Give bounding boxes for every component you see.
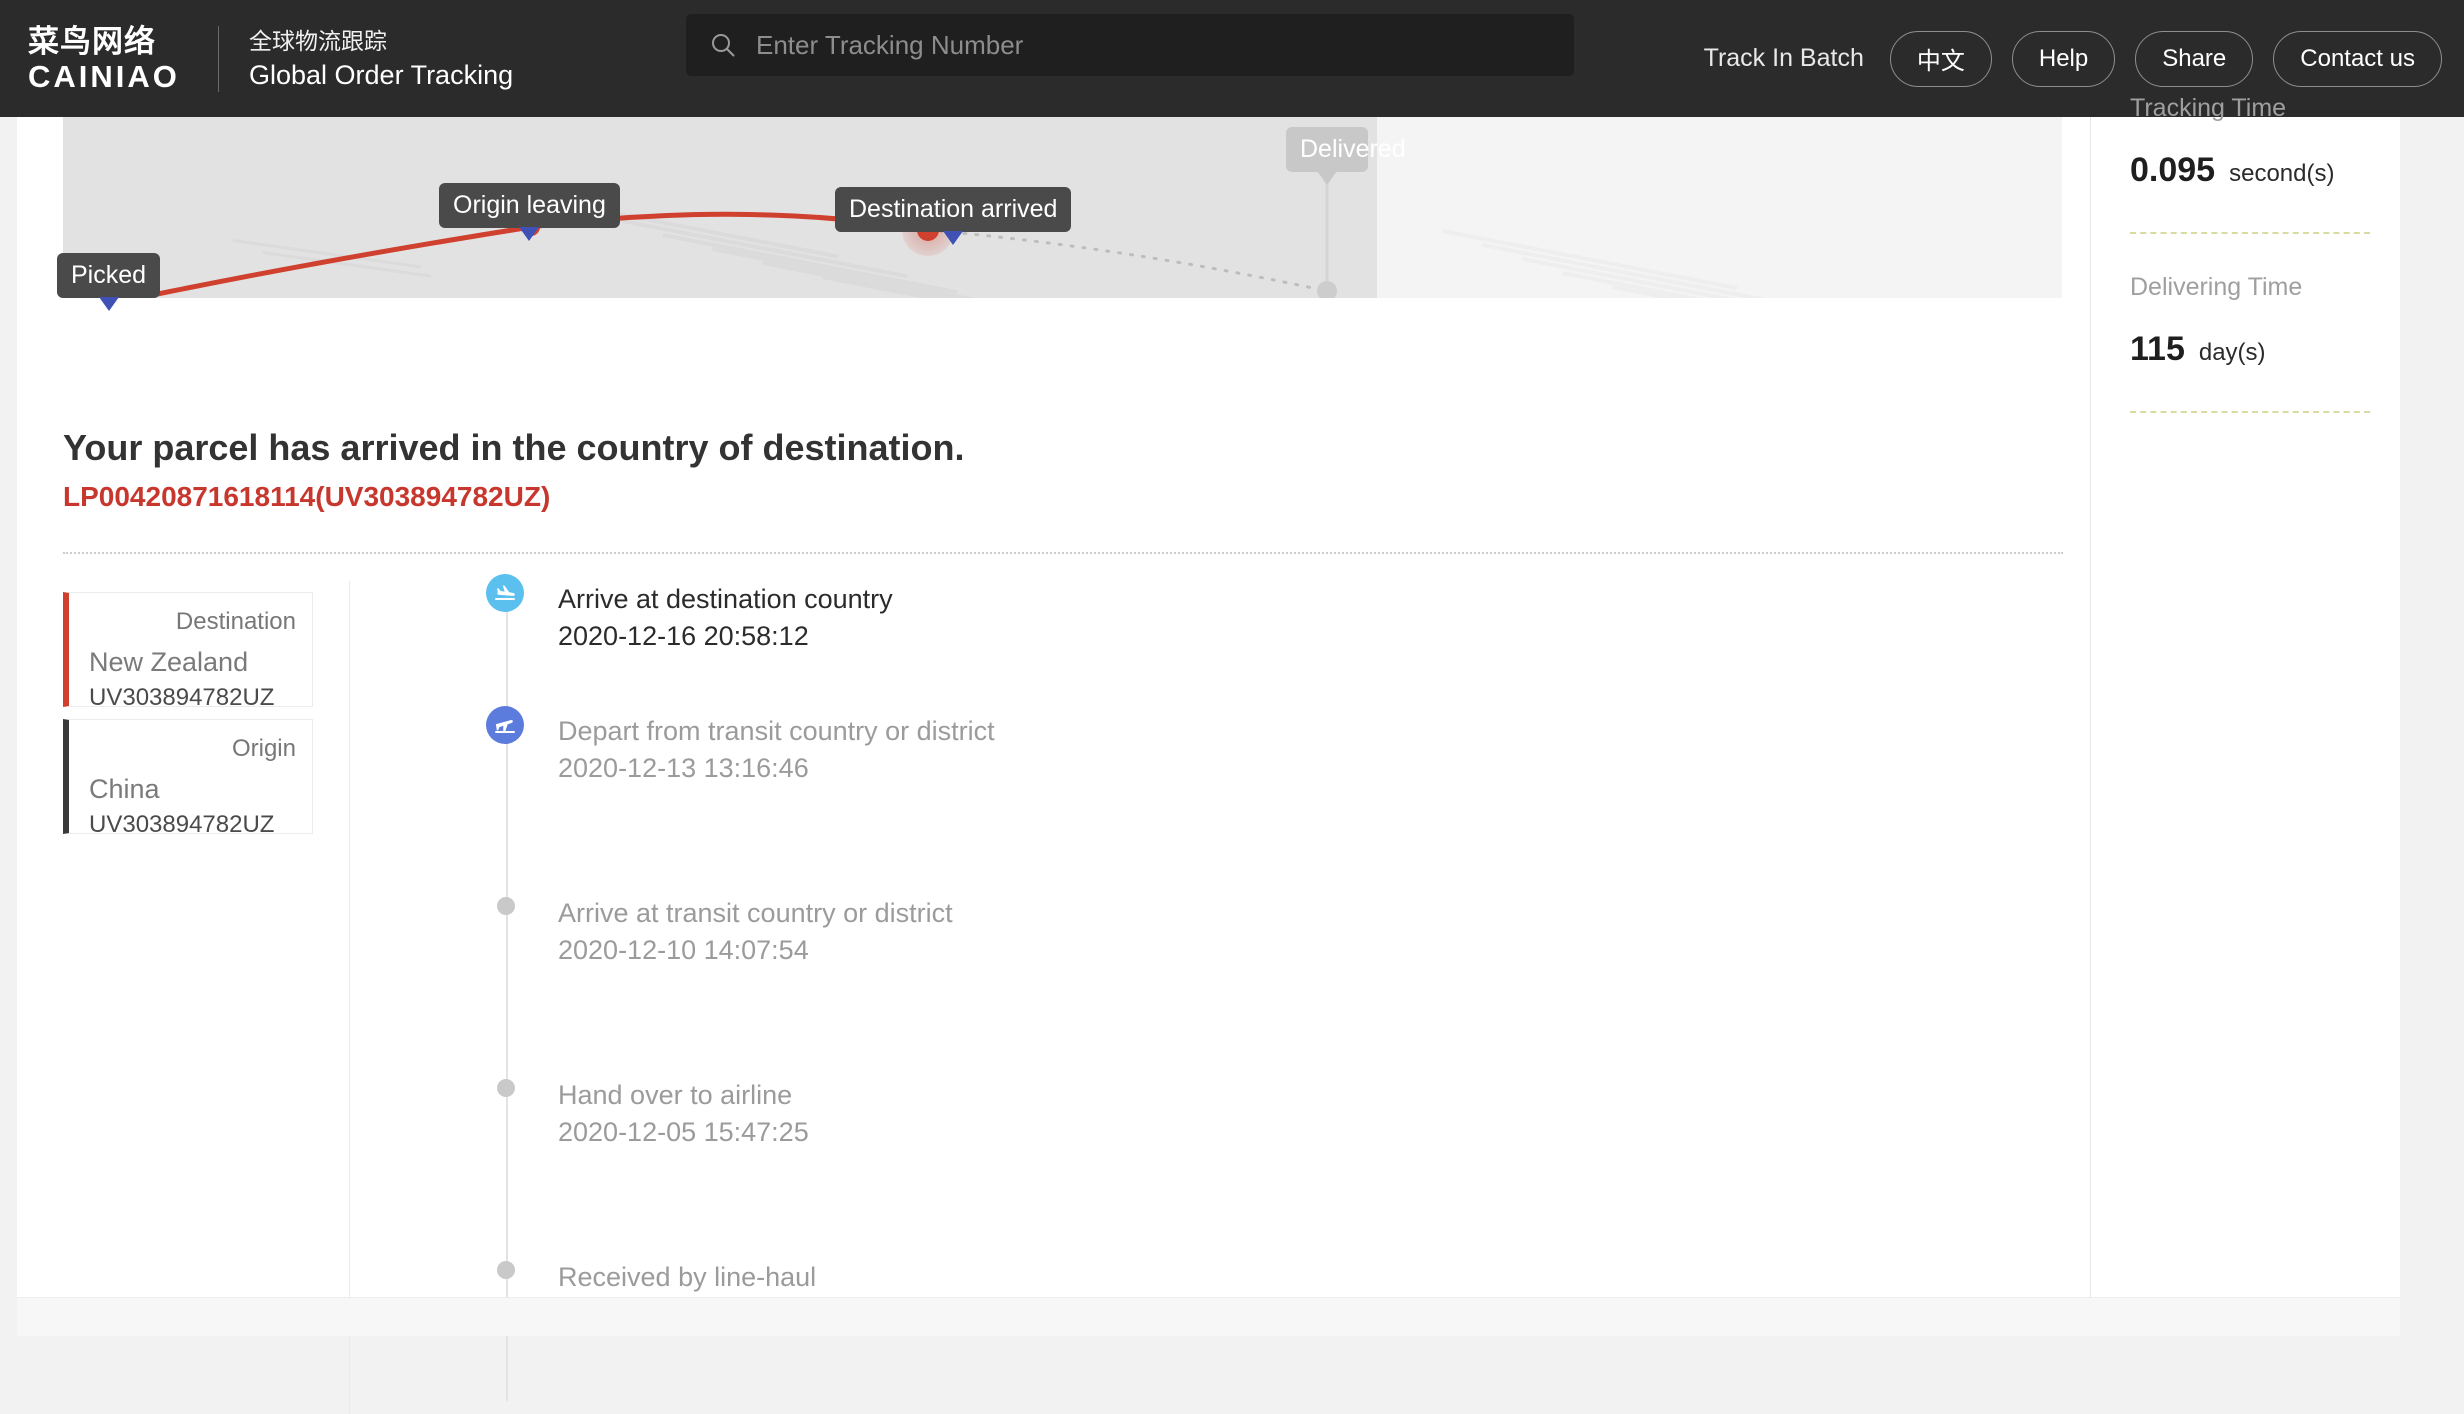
tooltip-arrow-icon: [519, 227, 539, 241]
origin-code: UV303894782UZ: [89, 810, 296, 840]
route-map: Picked Origin leaving Destination arrive…: [63, 117, 2062, 298]
contact-us-button[interactable]: Contact us: [2273, 31, 2442, 87]
stop-marker-delivered: [1317, 281, 1337, 298]
search-box[interactable]: [686, 14, 1574, 76]
delivering-time-value-row: 115 day(s): [2130, 330, 2400, 369]
help-button[interactable]: Help: [2012, 31, 2115, 87]
timeline-item-title: Depart from transit country or district: [558, 713, 1722, 749]
cainiao-logo: 菜鸟网络 CAINIAO: [28, 24, 200, 94]
site-header: 菜鸟网络 CAINIAO 全球物流跟踪 Global Order Trackin…: [0, 0, 2464, 117]
tracking-time-group: Tracking Time 0.095 second(s): [2130, 91, 2400, 234]
timeline-item-time: 2020-12-10 14:07:54: [558, 931, 1722, 969]
timeline-item-time: 2020-12-13 13:16:46: [558, 749, 1722, 787]
origin-country: China: [89, 768, 296, 810]
origin-label: Origin: [89, 734, 296, 764]
dot-icon: [497, 1079, 515, 1097]
timeline-item[interactable]: Arrive at transit country or district 20…: [522, 895, 1722, 1077]
destination-card: Destination New Zealand UV303894782UZ: [63, 592, 313, 707]
origin-card: Origin China UV303894782UZ: [63, 719, 313, 834]
dot-icon: [497, 897, 515, 915]
brand-divider: [218, 26, 219, 92]
sidebar-dashed-divider: [2130, 411, 2370, 413]
timeline-item[interactable]: Depart from transit country or district …: [522, 713, 1722, 895]
tracking-time-value: 0.095: [2130, 151, 2215, 190]
destination-label: Destination: [89, 607, 296, 637]
map-label-delivered: Delivered: [1286, 127, 1368, 172]
tooltip-arrow-icon: [943, 231, 963, 245]
logo-chinese-text: 菜鸟网络: [28, 24, 200, 60]
page-content-card: Picked Origin leaving Destination arrive…: [17, 117, 2400, 1297]
sidebar-divider: [2090, 117, 2091, 1297]
sidebar-dashed-divider: [2130, 232, 2370, 234]
track-in-batch-link[interactable]: Track In Batch: [1704, 44, 1864, 73]
brand-logo[interactable]: 菜鸟网络 CAINIAO 全球物流跟踪 Global Order Trackin…: [28, 24, 513, 94]
site-title-chinese: 全球物流跟踪: [249, 25, 513, 57]
site-title: 全球物流跟踪 Global Order Tracking: [249, 25, 513, 93]
timeline-item-title: Arrive at transit country or district: [558, 895, 1722, 931]
logo-english-text: CAINIAO: [28, 60, 200, 94]
status-headline: Your parcel has arrived in the country o…: [63, 427, 965, 469]
timeline-item-time: 2020-12-05 15:47:25: [558, 1113, 1722, 1151]
timeline-item[interactable]: Arrive at destination country 2020-12-16…: [522, 581, 1722, 713]
delivering-time-value: 115: [2130, 330, 2185, 369]
map-label-origin-leaving: Origin leaving: [439, 183, 620, 228]
share-button[interactable]: Share: [2135, 31, 2253, 87]
map-label-picked: Picked: [57, 253, 160, 298]
tracking-time-unit: second(s): [2229, 160, 2334, 188]
language-button[interactable]: 中文: [1890, 31, 1992, 87]
page-footer-strip: [17, 1297, 2400, 1336]
destination-code: UV303894782UZ: [89, 683, 296, 713]
delivering-time-unit: day(s): [2199, 339, 2266, 367]
site-title-english: Global Order Tracking: [249, 57, 513, 93]
timeline-item[interactable]: Hand over to airline 2020-12-05 15:47:25: [522, 1077, 1722, 1259]
tooltip-arrow-icon: [1317, 171, 1337, 185]
tracking-number-display: LP00420871618114(UV303894782UZ): [63, 481, 550, 513]
timeline-item-title: Hand over to airline: [558, 1077, 1722, 1113]
timeline-item-title: Received by line-haul: [558, 1259, 1722, 1295]
summary-sidebar: Tracking Time 0.095 second(s) Delivering…: [2130, 117, 2400, 413]
map-label-destination-arrived: Destination arrived: [835, 187, 1071, 232]
tracking-number-input[interactable]: [756, 14, 1574, 76]
plane-landing-icon: [486, 574, 524, 612]
tracking-time-label: Tracking Time: [2130, 91, 2400, 125]
timeline-item-time: 2020-12-16 20:58:12: [558, 617, 1722, 655]
timeline-column-divider: [349, 581, 350, 1414]
timeline-item-title: Arrive at destination country: [558, 581, 1722, 617]
plane-departing-icon: [486, 706, 524, 744]
tracking-time-value-row: 0.095 second(s): [2130, 151, 2400, 190]
dot-icon: [497, 1261, 515, 1279]
tracking-timeline: Arrive at destination country 2020-12-16…: [522, 581, 1722, 1409]
delivering-time-group: Delivering Time 115 day(s): [2130, 270, 2400, 413]
pending-route-path: [928, 230, 1327, 291]
destination-country: New Zealand: [89, 641, 296, 683]
delivering-time-label: Delivering Time: [2130, 270, 2400, 304]
tooltip-arrow-icon: [99, 297, 119, 311]
search-icon: [710, 32, 736, 58]
section-divider: [63, 552, 2063, 554]
